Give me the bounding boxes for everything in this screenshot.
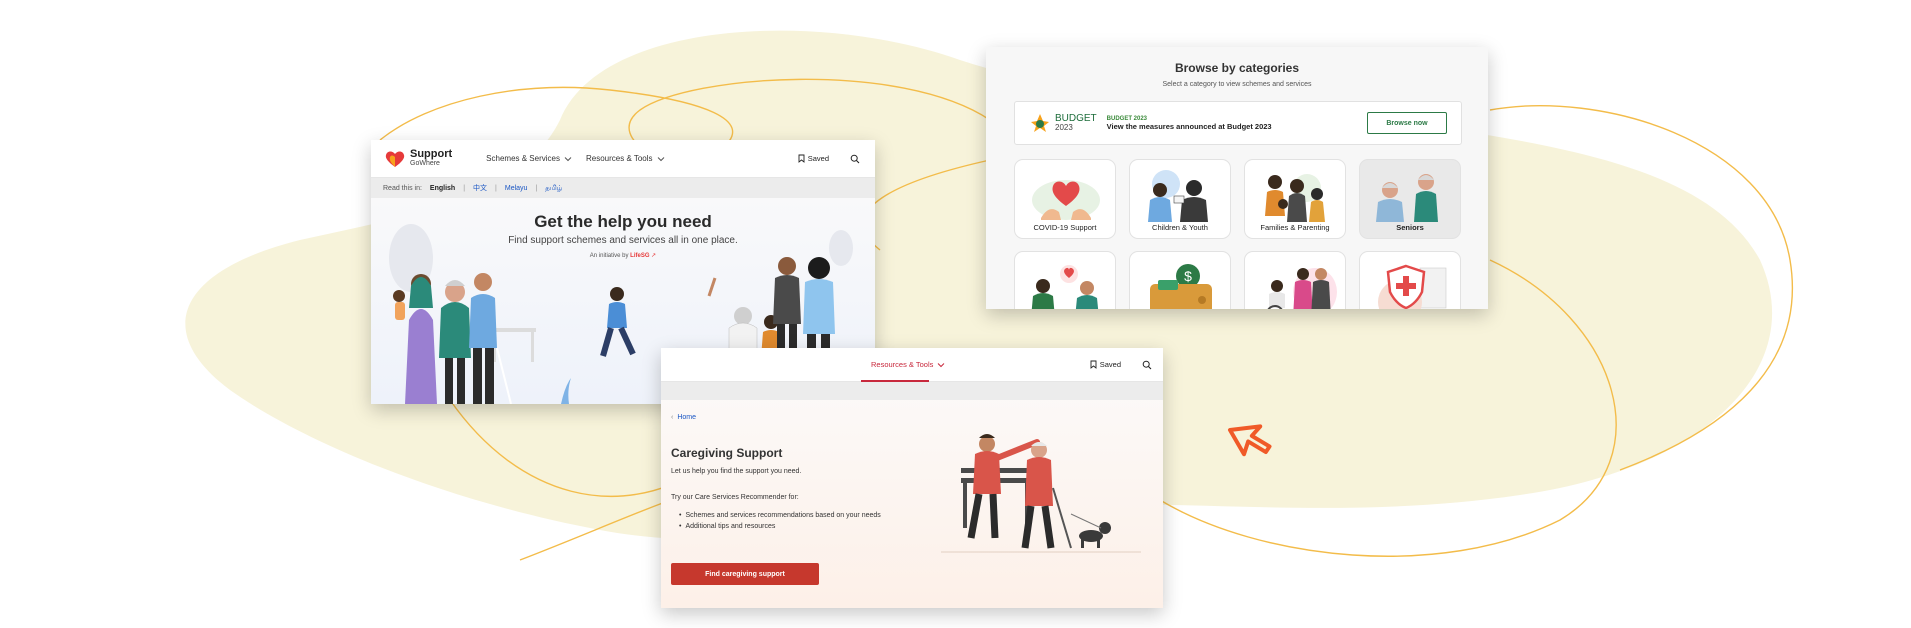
initiative-prefix: An initiative by <box>589 253 629 259</box>
chevron-down-icon <box>938 362 945 367</box>
disability-icon <box>1267 268 1337 309</box>
category-card-financial[interactable]: $ <box>1129 251 1231 309</box>
nav-resources-tools[interactable]: Resources & Tools <box>871 360 945 369</box>
nav-resources-label: Resources & Tools <box>871 360 934 369</box>
category-card-health[interactable] <box>1359 251 1461 309</box>
category-card-families[interactable]: Families & Parenting <box>1244 159 1346 239</box>
budget-banner: BUDGET 2023 BUDGET 2023 View the measure… <box>1014 101 1462 145</box>
language-malay[interactable]: Melayu <box>505 185 528 192</box>
category-label: COVID-19 Support <box>1033 223 1097 232</box>
supportgowhere-logo[interactable]: Support GoWhere <box>385 147 453 168</box>
category-card-disability[interactable] <box>1244 251 1346 309</box>
list-item: Additional tips and resources <box>679 523 881 530</box>
categories-title: Browse by categories <box>1174 61 1300 75</box>
language-english[interactable]: English <box>430 185 455 192</box>
budget-leaf-icon <box>1031 114 1049 132</box>
saved-button[interactable]: Saved <box>1090 360 1121 369</box>
external-link-icon: ↗ <box>651 253 657 259</box>
health-shield-icon <box>1378 264 1447 309</box>
nav-schemes-services[interactable]: Schemes & Services <box>486 154 572 163</box>
logo-text-support: Support <box>410 147 453 160</box>
category-grid: COVID-19 Support Children & Youth Famili… <box>1014 159 1462 309</box>
list-item: Schemes and services recommendations bas… <box>679 512 880 519</box>
mental-health-icon <box>1031 265 1099 309</box>
category-card-children[interactable]: Children & Youth <box>1129 159 1231 239</box>
intro-text: Let us help you find the support you nee… <box>671 468 802 475</box>
find-caregiving-button[interactable]: Find caregiving support <box>671 563 819 585</box>
search-icon[interactable] <box>1141 359 1153 371</box>
chevron-down-icon <box>564 156 572 161</box>
browse-now-button[interactable]: Browse now <box>1367 112 1447 134</box>
caregiving-screenshot: Resources & Tools Saved ‹ Home Caregivin… <box>661 348 1163 608</box>
language-label: Read this in: <box>383 184 422 192</box>
nav-resources-label: Resources & Tools <box>585 154 653 163</box>
category-card-mental-health[interactable] <box>1014 251 1116 309</box>
logo-text-gowhere: GoWhere <box>410 159 440 167</box>
saved-button[interactable]: Saved <box>798 154 829 163</box>
chevron-left-icon: ‹ <box>671 414 674 421</box>
wallet-money-icon: $ <box>1150 264 1212 309</box>
breadcrumb-home[interactable]: Home <box>677 414 696 421</box>
language-separator: | <box>495 184 497 192</box>
categories-screenshot: Browse by categories Select a category t… <box>986 47 1488 309</box>
recommender-text: Try our Care Services Recommender for: <box>671 494 799 501</box>
language-bar: Read this in: English | 中文 | Melayu | தம… <box>371 178 875 198</box>
language-separator: | <box>463 184 466 192</box>
category-label: Seniors <box>1396 223 1424 232</box>
language-chinese[interactable]: 中文 <box>473 183 487 193</box>
caregiving-illustration <box>941 434 1141 553</box>
nav-resources-tools[interactable]: Resources & Tools <box>586 154 665 163</box>
category-label: Families & Parenting <box>1260 223 1330 232</box>
feature-list: Schemes and services recommendations bas… <box>679 512 881 534</box>
search-icon[interactable] <box>849 153 861 165</box>
hero-title: Get the help you need <box>534 212 712 231</box>
language-tamil[interactable]: தமிழ் <box>545 184 562 193</box>
breadcrumb[interactable]: ‹ Home <box>671 414 696 421</box>
budget-description: View the measures announced at Budget 20… <box>1106 121 1272 131</box>
categories-subtitle: Select a category to view schemes and se… <box>1162 81 1312 88</box>
language-separator: | <box>535 184 538 192</box>
bookmark-icon <box>1090 360 1097 369</box>
category-card-seniors[interactable]: Seniors <box>1359 159 1461 239</box>
nav-schemes-label: Schemes & Services <box>486 154 560 163</box>
budget-logo-year: 2023 <box>1055 123 1073 132</box>
top-nav: Resources & Tools Saved <box>661 348 1163 382</box>
category-label: Children & Youth <box>1152 223 1208 232</box>
saved-label: Saved <box>807 154 829 163</box>
heart-logo-icon <box>385 150 405 167</box>
page-title: Caregiving Support <box>671 446 783 460</box>
bookmark-icon <box>798 154 805 163</box>
lifesg-link[interactable]: LifeSG <box>630 253 649 259</box>
initiative-note: An initiative by LifeSG ↗ <box>371 252 875 259</box>
chevron-down-icon <box>657 156 664 161</box>
active-tab-underline <box>861 380 929 382</box>
category-card-covid[interactable]: COVID-19 Support <box>1014 159 1116 239</box>
svg-text:$: $ <box>1184 268 1192 284</box>
budget-logo: BUDGET 2023 <box>1029 112 1097 134</box>
saved-label: Saved <box>1099 360 1121 369</box>
sub-nav-strip <box>661 382 1163 400</box>
hero-subtitle: Find support schemes and services all in… <box>508 235 738 246</box>
top-nav: Support GoWhere Schemes & Services Resou… <box>371 140 875 178</box>
budget-logo-word: BUDGET <box>1055 113 1097 124</box>
